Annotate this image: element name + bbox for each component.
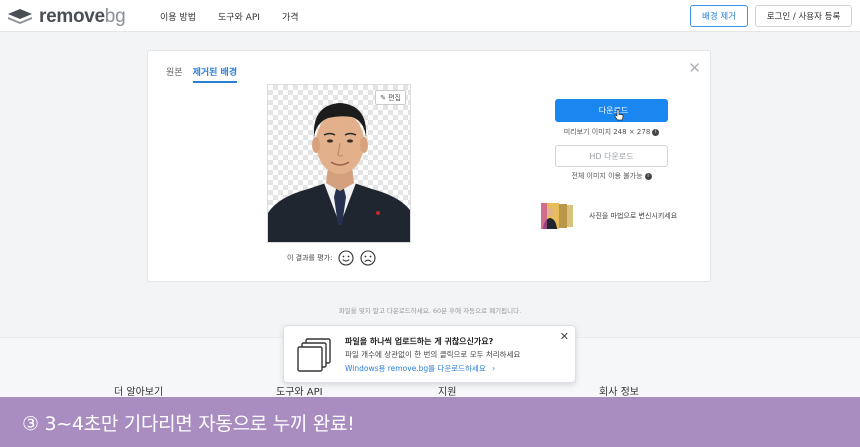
pencil-icon: ✎ xyxy=(380,93,387,102)
magic-text: 사진을 마법으로 변신시키세요 xyxy=(589,212,678,220)
close-icon[interactable]: ✕ xyxy=(560,330,569,343)
nav-tools-api[interactable]: 도구와 API xyxy=(218,10,260,23)
frown-icon[interactable] xyxy=(360,250,377,266)
footer-learn-more[interactable]: 더 알아보기 xyxy=(114,383,163,398)
hand-cursor-icon xyxy=(614,108,624,120)
nav-pricing[interactable]: 가격 xyxy=(282,10,299,23)
popup-description: 파일 개수에 상관없이 한 번의 클릭으로 모두 처리하세요 xyxy=(345,350,521,359)
portrait-image xyxy=(268,103,410,242)
footer-company[interactable]: 회사 정보 xyxy=(599,383,639,398)
windows-download-link[interactable]: Windows용 remove.bg를 다운로드하세요 › xyxy=(345,363,495,374)
edit-button[interactable]: ✎ 편집 xyxy=(375,90,406,105)
close-icon[interactable]: ✕ xyxy=(688,59,701,77)
stacked-files-icon xyxy=(297,338,331,372)
info-icon[interactable]: i xyxy=(644,172,652,180)
download-info: 미리보기 이미지 248 × 278 i xyxy=(555,127,668,137)
popup-title: 파일을 하나씩 업로드하는 게 귀찮으신가요? xyxy=(345,337,494,346)
footer-tools-api[interactable]: 도구와 API xyxy=(276,383,323,398)
logo[interactable]: removebg xyxy=(7,6,126,28)
download-button[interactable]: 다운로드 xyxy=(555,99,668,122)
caption-text: ③ 3~4초만 기다리면 자동으로 누끼 완료! xyxy=(22,412,355,435)
magic-transform-link[interactable]: 사진을 마법으로 변신시키세요 xyxy=(541,203,677,229)
remove-background-button[interactable]: 배경 제거 xyxy=(690,5,748,27)
info-icon[interactable]: i xyxy=(652,128,660,136)
login-signup-button[interactable]: 로그인 / 사용자 등록 xyxy=(755,5,852,27)
chevron-right-icon: › xyxy=(492,364,496,373)
tab-removed-background[interactable]: 제거된 배경 xyxy=(192,65,238,83)
top-header: removebg 이용 방법 도구와 API 가격 배경 제거 로그인 / 사용… xyxy=(0,0,860,32)
tab-original[interactable]: 원본 xyxy=(166,65,183,83)
layers-logo-icon xyxy=(8,9,32,24)
logo-text: removebg xyxy=(39,6,126,27)
caption-banner: ③ 3~4초만 기다리면 자동으로 누끼 완료! xyxy=(0,397,860,447)
result-preview-image: ✎ 편집 xyxy=(267,84,411,243)
smile-icon[interactable] xyxy=(338,250,355,266)
footer-support[interactable]: 지원 xyxy=(438,383,456,398)
main-nav: 이용 방법 도구와 API 가격 xyxy=(160,10,299,23)
rating-row: 이 결과를 평가: xyxy=(287,250,377,266)
expiry-notice: 파일을 잊지 말고 다운로드하세요. 60분 후에 자동으로 폐기됩니다. xyxy=(338,307,522,315)
result-tabs: 원본 제거된 배경 xyxy=(166,65,238,83)
rating-label: 이 결과를 평가: xyxy=(287,254,333,262)
nav-how-to[interactable]: 이용 방법 xyxy=(160,10,196,23)
bulk-upload-popup: 파일을 하나씩 업로드하는 게 귀찮으신가요? 파일 개수에 상관없이 한 번의… xyxy=(283,325,576,383)
result-card: 원본 제거된 배경 ✕ ✎ 편집 이 결과를 평가: 다운로드 미리보기 이미지… xyxy=(147,50,711,282)
edit-label: 편집 xyxy=(388,93,401,102)
hd-info: 전체 이미지 이용 불가능 i xyxy=(555,171,668,181)
hd-download-button[interactable]: HD 다운로드 xyxy=(555,145,668,167)
thumbnail-stack-icon xyxy=(541,203,573,229)
